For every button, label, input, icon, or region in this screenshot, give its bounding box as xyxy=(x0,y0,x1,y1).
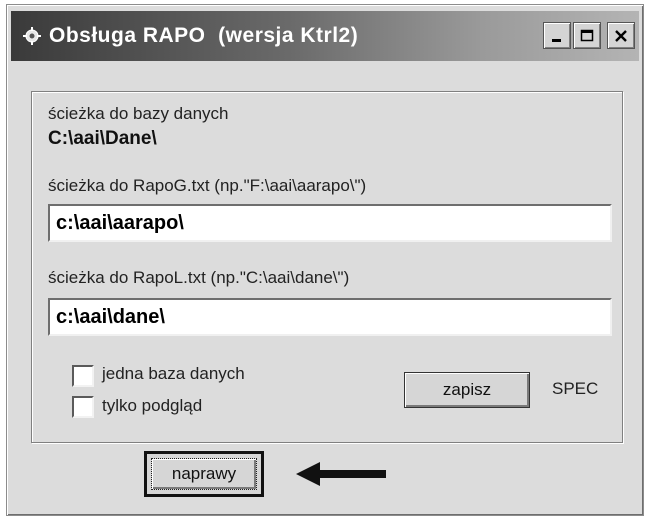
preview-only-checkbox[interactable] xyxy=(72,396,94,418)
preview-only-label: tylko podgląd xyxy=(102,396,203,415)
one-db-checkbox[interactable] xyxy=(72,365,94,387)
naprawy-button[interactable]: naprawy xyxy=(151,458,257,490)
title-buttons xyxy=(543,22,635,49)
save-button[interactable]: zapisz xyxy=(404,372,530,408)
rapog-path-label: ścieżka do RapoG.txt (np."F:\aai\aarapo\… xyxy=(48,176,367,195)
window-title: Obsługa RAPO (wersja Ktrl2) xyxy=(49,24,359,47)
close-button[interactable] xyxy=(607,22,635,49)
one-db-label: jedna baza danych xyxy=(102,364,245,383)
minimize-button[interactable] xyxy=(543,22,571,49)
db-path-value: C:\aai\Dane\ xyxy=(48,128,157,149)
spec-label[interactable]: SPEC xyxy=(552,379,598,399)
rapol-path-label: ścieżka do RapoL.txt (np."C:\aai\dane\") xyxy=(48,268,350,287)
title-bar[interactable]: Obsługa RAPO (wersja Ktrl2) xyxy=(11,11,639,61)
close-icon xyxy=(615,29,627,42)
left-arrow-icon xyxy=(296,462,386,486)
db-path-label: ścieżka do bazy danych xyxy=(48,104,229,123)
minimize-icon xyxy=(552,38,561,42)
maximize-icon xyxy=(580,29,594,41)
rapol-path-input[interactable] xyxy=(48,298,612,336)
settings-panel: ścieżka do bazy danych C:\aai\Dane\ ście… xyxy=(31,91,623,443)
rapog-path-input[interactable] xyxy=(48,204,612,242)
maximize-button[interactable] xyxy=(573,22,601,49)
app-window: Obsługa RAPO (wersja Ktrl2) ścieżka do b… xyxy=(6,4,644,516)
app-icon xyxy=(21,25,43,47)
naprawy-button-frame: naprawy xyxy=(144,451,264,497)
